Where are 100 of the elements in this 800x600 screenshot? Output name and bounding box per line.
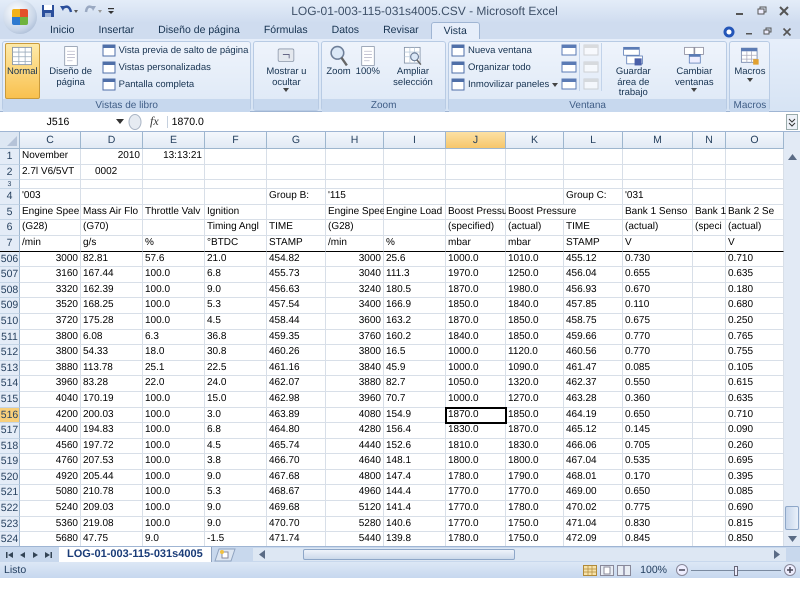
scroll-thumb[interactable] <box>785 506 799 530</box>
customize-caret-icon[interactable] <box>107 6 115 16</box>
ribbon-button[interactable]: 100% <box>354 43 382 99</box>
slider-thumb[interactable] <box>734 566 738 576</box>
ribbon-tab[interactable]: Diseño de página <box>146 22 252 39</box>
window-icon[interactable] <box>561 43 578 57</box>
ribbon-tab[interactable]: Datos <box>320 22 372 39</box>
row-header[interactable]: 2 <box>0 164 20 180</box>
horizontal-scrollbar[interactable] <box>252 548 786 561</box>
office-button[interactable] <box>3 0 37 34</box>
row-header[interactable]: 523 <box>0 516 20 532</box>
ribbon-button[interactable]: Organizar todo <box>450 60 558 75</box>
arrow-left-icon[interactable] <box>5 550 14 558</box>
ribbon-button[interactable]: Diseño de página <box>40 43 101 99</box>
arrow-down-icon[interactable] <box>788 536 796 542</box>
ribbon-tab[interactable]: Fórmulas <box>252 22 320 39</box>
caret-icon[interactable] <box>116 119 124 124</box>
arrow-left-icon[interactable] <box>258 550 265 559</box>
ribbon-button[interactable]: Macros <box>732 43 768 99</box>
arrow-left-icon[interactable] <box>18 550 27 558</box>
column-header[interactable]: K <box>506 132 564 149</box>
ribbon-button[interactable]: Pantalla completa <box>102 77 248 92</box>
active-cell[interactable]: 1870.0 <box>446 408 506 424</box>
vertical-scrollbar[interactable] <box>784 132 800 546</box>
row-header[interactable]: 511 <box>0 330 20 346</box>
ribbon-button[interactable]: Nueva ventana <box>450 43 558 58</box>
new-sheet-icon[interactable] <box>214 548 236 562</box>
row-header[interactable]: 509 <box>0 298 20 314</box>
row-header[interactable]: 520 <box>0 470 20 486</box>
zoom-out-icon[interactable] <box>676 564 688 576</box>
zoom-in-icon[interactable] <box>784 564 796 576</box>
row-header[interactable]: 518 <box>0 438 20 454</box>
column-header[interactable]: G <box>267 132 326 149</box>
ribbon-button[interactable]: Vista previa de salto de página <box>102 43 248 58</box>
column-header[interactable]: I <box>384 132 446 149</box>
name-box[interactable]: J516 <box>0 116 112 128</box>
row-header[interactable]: 4 <box>0 189 20 205</box>
restore-icon[interactable] <box>756 5 768 17</box>
column-header[interactable]: C <box>20 132 81 149</box>
row-header[interactable]: 513 <box>0 360 20 376</box>
sheet-tab[interactable]: LOG-01-003-115-031s4005 <box>59 547 212 562</box>
ribbon-button[interactable]: Ampliar selección <box>382 43 443 99</box>
column-header[interactable]: J <box>446 132 506 149</box>
round-handle-icon[interactable] <box>128 114 142 130</box>
help-icon[interactable] <box>723 26 735 38</box>
restore-icon[interactable] <box>763 26 773 36</box>
row-header[interactable]: 521 <box>0 485 20 502</box>
ribbon-button[interactable]: Vistas personalizadas <box>102 60 248 75</box>
ribbon-tab[interactable]: Inicio <box>38 22 87 39</box>
window-icon[interactable] <box>561 77 578 91</box>
row-header[interactable]: 508 <box>0 282 20 298</box>
ribbon-tab[interactable]: Insertar <box>86 22 146 39</box>
row-header[interactable]: 522 <box>0 501 20 517</box>
column-header[interactable]: L <box>564 132 623 149</box>
arrow-right-icon[interactable] <box>774 550 780 559</box>
row-header[interactable]: 7 <box>0 236 20 252</box>
insert-function-button[interactable]: fx <box>146 114 163 129</box>
formula-field[interactable]: 1870.0 <box>166 116 782 128</box>
close-icon[interactable] <box>782 26 792 36</box>
row-header[interactable]: 514 <box>0 376 20 392</box>
column-header[interactable]: N <box>693 132 726 149</box>
ribbon-tab[interactable]: Revisar <box>371 22 431 39</box>
row-header[interactable]: 512 <box>0 345 20 361</box>
arrow-up-icon[interactable] <box>788 154 796 160</box>
row-header[interactable]: 517 <box>0 423 20 439</box>
row-header[interactable]: 1 <box>0 149 20 165</box>
window-icon[interactable] <box>561 60 578 74</box>
ribbon-button[interactable]: Cambiar ventanas <box>664 43 724 99</box>
row-header[interactable]: 510 <box>0 314 20 330</box>
column-header[interactable]: E <box>143 132 205 149</box>
row-header[interactable]: 516 <box>0 408 20 424</box>
column-header[interactable]: O <box>726 132 784 149</box>
ribbon-button[interactable]: Zoom <box>324 43 353 99</box>
close-icon[interactable] <box>778 5 790 17</box>
ribbon-button[interactable]: Guardar área de trabajo <box>603 43 664 99</box>
save-icon[interactable] <box>41 4 55 18</box>
ribbon-tab[interactable]: Vista <box>430 22 480 39</box>
row-header[interactable]: 5 <box>0 204 20 220</box>
scroll-thumb[interactable] <box>302 549 515 560</box>
row-header[interactable]: 515 <box>0 392 20 408</box>
row-header[interactable]: 524 <box>0 532 20 546</box>
row-header[interactable]: 507 <box>0 267 20 283</box>
ribbon-button[interactable]: Normal <box>5 43 40 99</box>
arrow-right-icon[interactable] <box>31 550 40 558</box>
table-cell: 156.4 <box>384 423 446 439</box>
column-header[interactable]: H <box>326 132 384 149</box>
ribbon-button[interactable]: Mostrar u ocultar <box>256 43 316 99</box>
row-header[interactable]: 506 <box>0 252 20 268</box>
column-header[interactable]: D <box>81 132 143 149</box>
zoom-level[interactable]: 100% <box>634 564 673 576</box>
expand-icon[interactable] <box>786 114 798 130</box>
grid-icon[interactable] <box>583 564 598 576</box>
page-icon[interactable] <box>600 564 614 576</box>
row-header[interactable]: 6 <box>0 220 20 236</box>
row-header[interactable]: 519 <box>0 454 20 470</box>
arrow-right-icon[interactable] <box>44 550 53 558</box>
ribbon-button[interactable]: Inmovilizar paneles <box>450 77 558 92</box>
page-break-icon[interactable] <box>617 564 632 576</box>
column-header[interactable]: F <box>205 132 267 149</box>
column-header[interactable]: M <box>623 132 693 149</box>
